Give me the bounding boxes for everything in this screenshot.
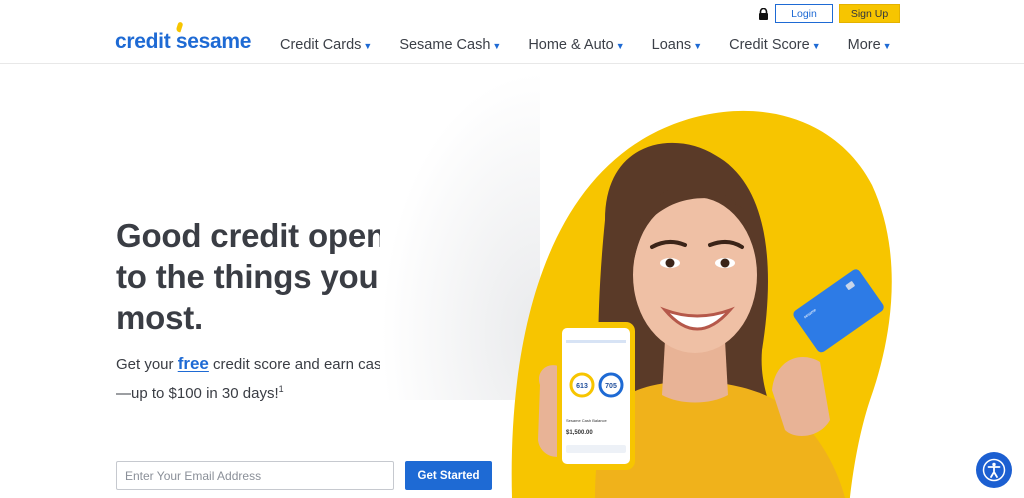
free-link[interactable]: free bbox=[178, 354, 209, 373]
caret-down-icon: ▼ bbox=[492, 41, 502, 51]
nav-item-more[interactable]: More ▼ bbox=[848, 37, 892, 53]
logo-text: credit sesame bbox=[115, 30, 252, 53]
caret-down-icon: ▼ bbox=[693, 41, 703, 51]
nav-label: Loans bbox=[651, 37, 692, 53]
accessibility-button[interactable] bbox=[976, 452, 1012, 488]
phone-score-right: 705 bbox=[605, 383, 617, 390]
caret-down-icon: ▼ bbox=[615, 41, 625, 51]
phone-mockup: 613 705 Sesame Cash Balance $1,500.00 bbox=[557, 322, 635, 470]
login-button[interactable]: Login bbox=[775, 4, 833, 23]
credit-sesame-logo[interactable]: credit sesame bbox=[115, 21, 252, 54]
phone-balance-title: Sesame Cash Balance bbox=[566, 418, 607, 423]
caret-down-icon: ▼ bbox=[811, 41, 821, 51]
nav-label: Credit Cards bbox=[280, 37, 362, 53]
main-nav: Credit Cards ▼ Sesame Cash ▼ Home & Auto… bbox=[280, 37, 892, 53]
hero-illustration: 613 705 Sesame Cash Balance $1,500.00 se… bbox=[511, 110, 892, 498]
phone-score-left: 613 bbox=[576, 383, 588, 390]
nav-label: More bbox=[847, 37, 881, 53]
nav-label: Sesame Cash bbox=[399, 37, 491, 53]
caret-down-icon: ▼ bbox=[882, 41, 892, 51]
lock-icon bbox=[759, 8, 768, 20]
get-started-button[interactable]: Get Started bbox=[405, 461, 492, 490]
phone-balance-value: $1,500.00 bbox=[566, 430, 593, 436]
nav-item-credit-score[interactable]: Credit Score ▼ bbox=[729, 37, 821, 53]
nav-label: Home & Auto bbox=[528, 37, 614, 53]
subtext-prefix: Get your bbox=[116, 356, 178, 373]
nav-item-home-auto[interactable]: Home & Auto ▼ bbox=[528, 37, 624, 53]
footnote-marker: 1 bbox=[278, 384, 284, 394]
email-input[interactable] bbox=[116, 461, 394, 490]
nav-item-loans[interactable]: Loans ▼ bbox=[652, 37, 702, 53]
accessibility-icon bbox=[982, 458, 1006, 482]
site-header: credit sesame Credit Cards ▼ Sesame Cash… bbox=[0, 0, 1024, 64]
nav-item-sesame-cash[interactable]: Sesame Cash ▼ bbox=[399, 37, 501, 53]
nav-label: Credit Score bbox=[729, 37, 810, 53]
caret-down-icon: ▼ bbox=[363, 41, 373, 51]
nav-item-credit-cards[interactable]: Credit Cards ▼ bbox=[280, 37, 372, 53]
signup-button[interactable]: Sign Up bbox=[839, 4, 900, 23]
